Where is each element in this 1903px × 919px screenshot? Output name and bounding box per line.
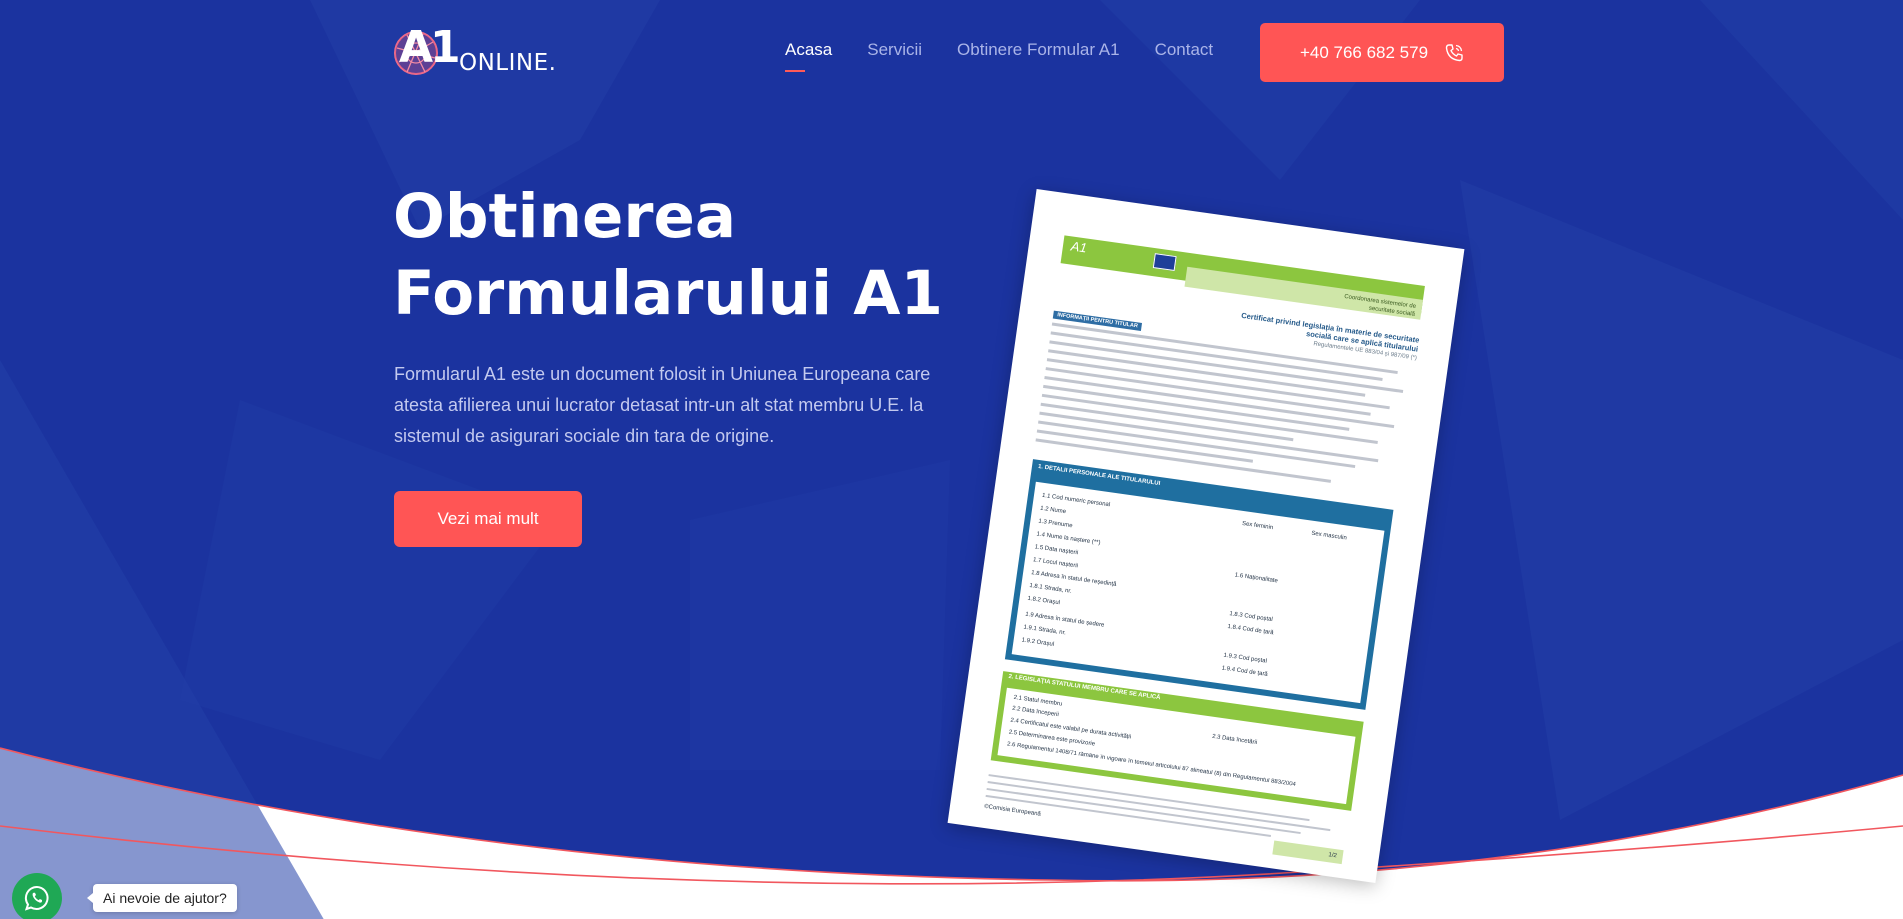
hero-section: A1 ONLINE. Acasa Servicii Obtinere Formu…	[0, 0, 1903, 919]
main-nav: Acasa Servicii Obtinere Formular A1 Cont…	[785, 40, 1248, 72]
vezi-mai-mult-button[interactable]: Vezi mai mult	[394, 491, 582, 547]
doc-form-code: A1	[1070, 238, 1088, 256]
phone-icon	[1445, 43, 1463, 61]
site-logo[interactable]: A1 ONLINE.	[393, 22, 557, 80]
nav-item-obtinere-formular[interactable]: Obtinere Formular A1	[957, 40, 1120, 60]
nav-item-acasa[interactable]: Acasa	[785, 40, 832, 72]
logo-text-online: ONLINE.	[459, 50, 557, 76]
phone-number: +40 766 682 579	[1299, 42, 1429, 62]
hero-title-line2: Formularului A1	[393, 258, 943, 329]
logo-text-a1: A1	[399, 22, 461, 73]
hero-description: Formularul A1 este un document folosit i…	[394, 364, 931, 446]
nav-item-contact[interactable]: Contact	[1155, 40, 1214, 60]
hero-background	[0, 0, 1903, 919]
whatsapp-icon	[24, 885, 49, 911]
logo-mark: A1	[393, 22, 467, 80]
eu-flag-icon	[1152, 253, 1177, 272]
whatsapp-tooltip: Ai nevoie de ajutor?	[87, 884, 237, 912]
phone-button[interactable]: +40 766 682 579	[1260, 23, 1504, 82]
whatsapp-button[interactable]	[12, 873, 62, 919]
hero-title-line1: Obtinerea	[393, 181, 737, 252]
nav-item-servicii[interactable]: Servicii	[867, 40, 922, 60]
hero-title: Obtinerea Formularului A1	[393, 178, 993, 332]
a1-form-image: A1 Coordonarea sistemelor de securitate …	[947, 189, 1465, 883]
